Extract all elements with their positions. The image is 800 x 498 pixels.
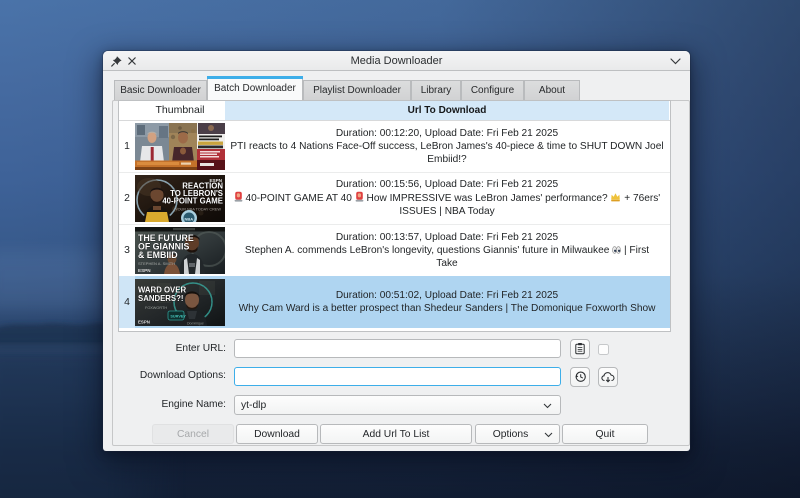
svg-text:ESPN: ESPN	[138, 268, 151, 273]
svg-text:& EMBIID: & EMBIID	[138, 250, 178, 260]
svg-text:ESPN: ESPN	[138, 319, 150, 324]
svg-text:STEPHEN A. SMITH: STEPHEN A. SMITH	[138, 261, 175, 266]
svg-text:SANDERS?!: SANDERS?!	[138, 293, 183, 302]
svg-text:SURVEY: SURVEY	[170, 314, 186, 318]
svg-text:40-POINT GAME: 40-POINT GAME	[162, 196, 223, 205]
svg-text:ESPN: ESPN	[209, 178, 222, 183]
svg-text:YOUR NBA TODAY CREW: YOUR NBA TODAY CREW	[175, 207, 221, 211]
svg-text:FOXWORTH: FOXWORTH	[145, 306, 167, 310]
svg-text:Dominique: Dominique	[187, 321, 204, 325]
svg-text:NBA: NBA	[185, 216, 194, 221]
